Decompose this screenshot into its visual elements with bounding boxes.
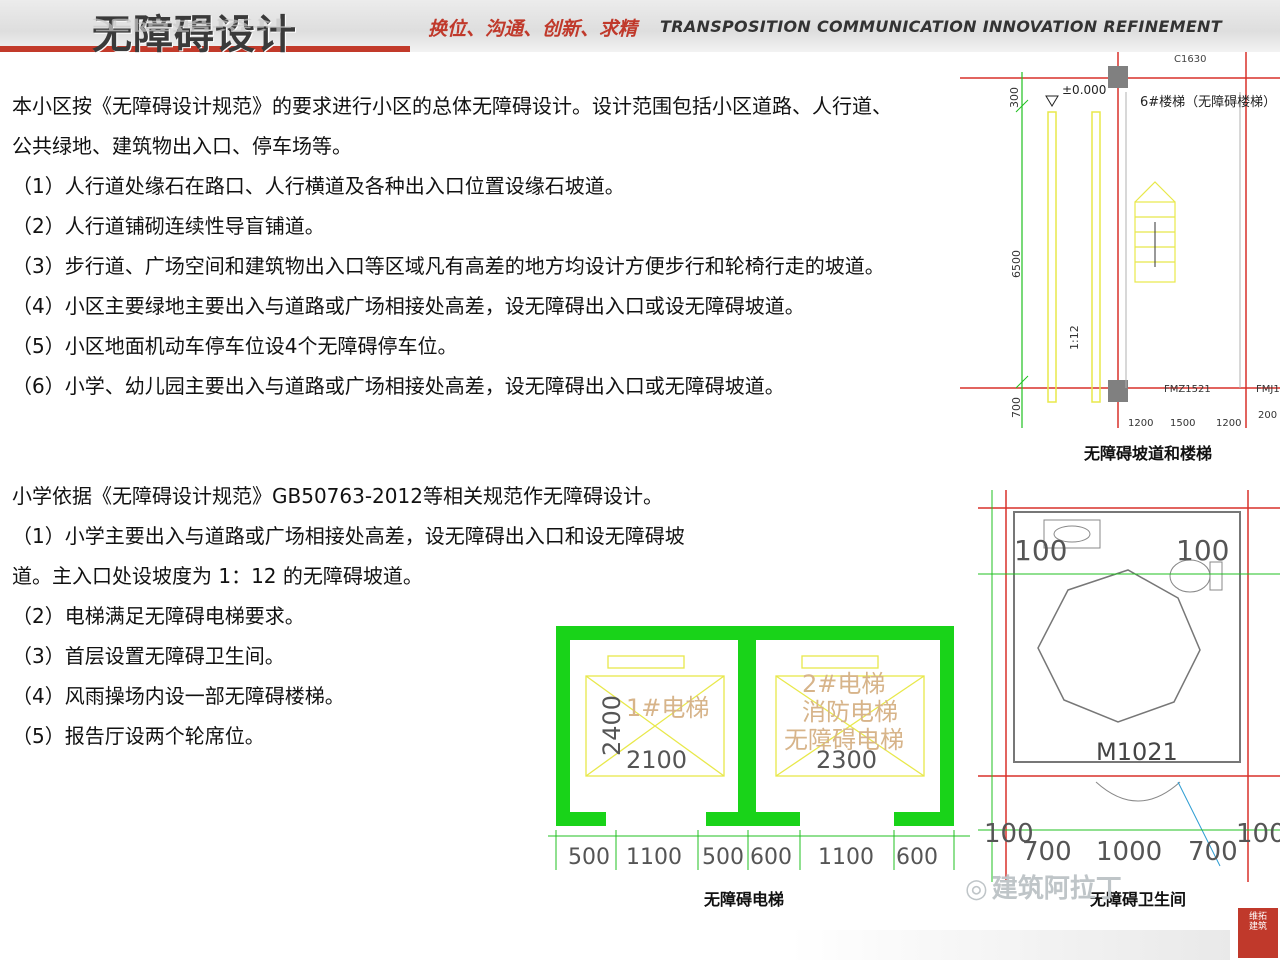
watermark-label: 建筑阿拉丁 xyxy=(991,874,1122,904)
slogan-en: TRANSPOSITION COMMUNICATION INNOVATION R… xyxy=(660,17,1222,36)
edim-3: 500 xyxy=(702,845,744,870)
elevator-drawing: 1#电梯 2100 2400 2#电梯 消防电梯 无障碍电梯 2300 500 … xyxy=(548,620,970,882)
wechat-icon: ◎ xyxy=(965,874,988,904)
toilet-drawing: 100 100 M1021 100 700 1000 700 100 xyxy=(978,490,1280,882)
slope-label: 1:12 xyxy=(1068,325,1081,350)
tdim-5: 100 xyxy=(1236,819,1280,849)
door-label: FMZ1521 xyxy=(1164,384,1211,395)
dim-b4: 200 xyxy=(1258,410,1277,421)
edim-2: 1100 xyxy=(626,845,682,870)
tdim-3: 1000 xyxy=(1096,837,1162,867)
ramp-stair-drawing: C1630 ±0.000 6#楼梯（无障碍楼梯） 300 6500 700 1:… xyxy=(960,52,1280,428)
edim-5: 1100 xyxy=(818,845,874,870)
edim-4: 600 xyxy=(750,845,792,870)
section2-line: 小学依据《无障碍设计规范》GB50763-2012等相关规范作无障碍设计。 xyxy=(12,484,663,508)
stamp-text: 维拓建筑 xyxy=(1248,912,1267,932)
section1-line: 公共绿地、建筑物出入口、停车场等。 xyxy=(12,134,352,158)
car1-label: 1#电梯 xyxy=(626,694,709,722)
corner-stamp-logo: 维拓建筑 xyxy=(1238,908,1278,958)
edim-6: 600 xyxy=(896,845,938,870)
elevation-label: ±0.000 xyxy=(1062,83,1106,97)
section1-line: （5）小区地面机动车停车位设4个无障碍停车位。 xyxy=(12,334,458,358)
elevator-caption: 无障碍电梯 xyxy=(704,890,785,909)
section1-line: （3）步行道、广场空间和建筑物出入口等区域凡有高差的地方均设计方便步行和轮椅行走… xyxy=(12,254,885,278)
dim-700: 700 xyxy=(1010,397,1023,418)
section1-line: 本小区按《无障碍设计规范》的要求进行小区的总体无障碍设计。设计范围包括小区道路、… xyxy=(12,94,892,118)
toilet-dim-left: 100 xyxy=(1014,534,1067,567)
top-window-label: C1630 xyxy=(1174,54,1206,65)
toilet-door-label: M1021 xyxy=(1096,738,1178,766)
tdim-4: 700 xyxy=(1188,837,1238,867)
section1-line: （2）人行道铺砌连续性导盲铺道。 xyxy=(12,214,325,238)
section1-line: （1）人行道处缘石在路口、人行横道及各种出入口位置设缘石坡道。 xyxy=(12,174,625,198)
section1-line: （6）小学、幼儿园主要出入与道路或广场相接处高差，设无障碍出入口或无障碍坡道。 xyxy=(12,374,785,398)
slogan-cn: 换位、沟通、创新、求精 xyxy=(428,18,638,40)
watermark-text: ◎ 建筑阿拉丁 xyxy=(965,868,1122,905)
footer-gradient xyxy=(790,930,1230,960)
dim-6500: 6500 xyxy=(1010,250,1023,278)
section1-text: 本小区按《无障碍设计规范》的要求进行小区的总体无障碍设计。设计范围包括小区道路、… xyxy=(12,86,987,406)
door2-label: FMJ1 xyxy=(1256,384,1280,395)
car2-label-1: 2#电梯 xyxy=(802,670,885,698)
car1-height: 2400 xyxy=(598,695,626,756)
edim-1: 500 xyxy=(568,845,610,870)
dim-300: 300 xyxy=(1008,87,1021,108)
car1-width: 2100 xyxy=(626,746,687,774)
car2-width: 2300 xyxy=(816,746,877,774)
ramp-caption: 无障碍坡道和楼梯 xyxy=(1084,444,1213,463)
tdim-2: 700 xyxy=(1022,837,1072,867)
section2-line: （1）小学主要出入与道路或广场相接处高差，设无障碍出入口和设无障碍坡 xyxy=(12,524,685,548)
page-title-reflection: 无障碍设计 xyxy=(92,16,292,33)
section2-line: 道。主入口处设坡度为 1：12 的无障碍坡道。 xyxy=(12,564,423,588)
car2-label-2: 消防电梯 xyxy=(802,698,898,726)
section1-line: （4）小区主要绿地主要出入与道路或广场相接处高差，设无障碍出入口或设无障碍坡道。 xyxy=(12,294,805,318)
toilet-dim-right: 100 xyxy=(1176,534,1229,567)
dim-b1: 1200 xyxy=(1128,418,1153,428)
stair-label: 6#楼梯（无障碍楼梯） xyxy=(1140,95,1276,110)
dim-b2: 1500 xyxy=(1170,418,1195,428)
dim-b3: 1200 xyxy=(1216,418,1241,428)
